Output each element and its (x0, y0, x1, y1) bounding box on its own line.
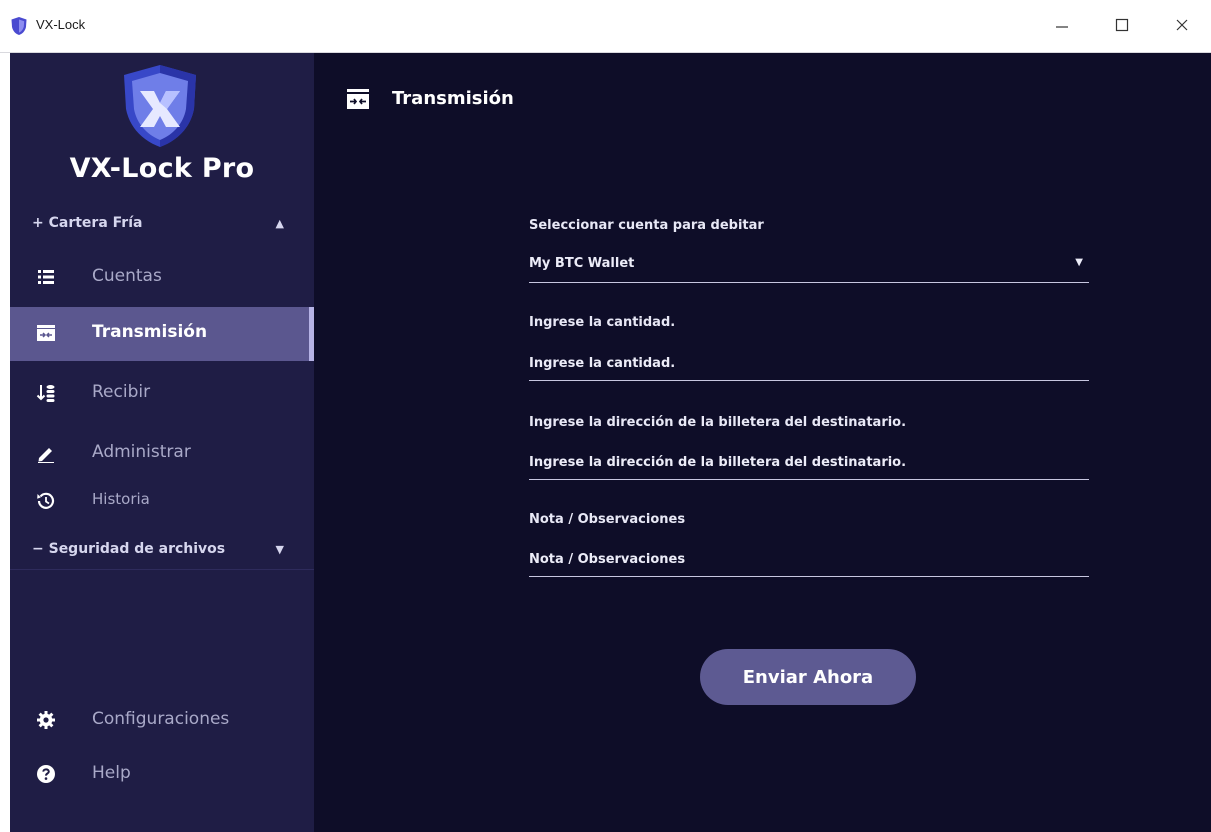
sidebar-item-label: Historia (92, 490, 150, 508)
caret-up-icon: ▲ (275, 217, 284, 230)
section-cold-wallet-toggle[interactable]: + Cartera Fría ▲ (32, 215, 302, 241)
minimize-button[interactable] (1040, 10, 1086, 42)
page-title: Transmisión (392, 88, 514, 109)
sidebar-item-label: Help (92, 763, 131, 783)
section-label: − Seguridad de archivos (32, 541, 226, 557)
transfer-icon (347, 89, 369, 109)
note-input[interactable] (529, 542, 1089, 577)
app-window: VX-Lock VX-Lock Pro + Cartera Fría ▲ Cue… (0, 0, 1211, 832)
pen-icon (38, 448, 54, 463)
sidebar-item-label: Configuraciones (92, 709, 230, 729)
help-icon (37, 765, 55, 783)
section-file-security-toggle[interactable]: − Seguridad de archivos ▼ (32, 541, 302, 567)
sidebar-item-transmision[interactable]: Transmisión (10, 307, 314, 361)
close-button[interactable] (1160, 10, 1206, 42)
recipient-address-input[interactable] (529, 445, 1089, 480)
history-icon (37, 492, 55, 509)
sidebar-item-cuentas[interactable]: Cuentas (10, 251, 314, 305)
account-label: Seleccionar cuenta para debitar (529, 218, 764, 233)
title-bar: VX-Lock (0, 0, 1211, 53)
sidebar: VX-Lock Pro + Cartera Fría ▲ Cuentas Tra… (10, 53, 314, 832)
vx-shield-logo (124, 65, 196, 147)
send-now-button[interactable]: Enviar Ahora (700, 649, 916, 705)
sidebar-item-historia[interactable]: Historia (10, 475, 314, 529)
account-select[interactable]: My BTC Wallet ▼ (529, 248, 1089, 283)
section-label: + Cartera Fría (32, 215, 143, 231)
transfer-icon (37, 325, 55, 341)
sidebar-item-configuraciones[interactable]: Configuraciones (10, 694, 314, 748)
gear-icon (37, 711, 55, 729)
sidebar-item-help[interactable]: Help (10, 748, 314, 802)
close-icon (1176, 19, 1188, 31)
dropdown-caret-icon: ▼ (1075, 257, 1083, 268)
minimize-icon (1056, 26, 1068, 28)
sidebar-item-label: Administrar (92, 442, 191, 462)
amount-input[interactable] (529, 346, 1089, 381)
account-selected-value: My BTC Wallet (529, 256, 635, 271)
sidebar-item-recibir[interactable]: Recibir (10, 367, 314, 421)
divider (10, 569, 314, 570)
window-title: VX-Lock (36, 17, 86, 32)
receive-icon (36, 385, 55, 402)
shield-app-icon (10, 16, 30, 36)
sidebar-item-label: Recibir (92, 382, 151, 402)
sidebar-item-administrar[interactable]: Administrar (10, 427, 314, 481)
address-label: Ingrese la dirección de la billetera del… (529, 415, 907, 430)
list-icon (38, 270, 54, 284)
sidebar-item-label: Transmisión (92, 322, 208, 342)
caret-down-icon: ▼ (275, 543, 284, 556)
main-panel: Transmisión Seleccionar cuenta para debi… (314, 53, 1211, 832)
amount-label: Ingrese la cantidad. (529, 315, 676, 330)
sidebar-item-label: Cuentas (92, 266, 162, 286)
maximize-icon (1115, 18, 1129, 32)
note-label: Nota / Observaciones (529, 512, 686, 527)
brand-name: VX-Lock Pro (69, 153, 255, 184)
maximize-button[interactable] (1100, 10, 1146, 42)
